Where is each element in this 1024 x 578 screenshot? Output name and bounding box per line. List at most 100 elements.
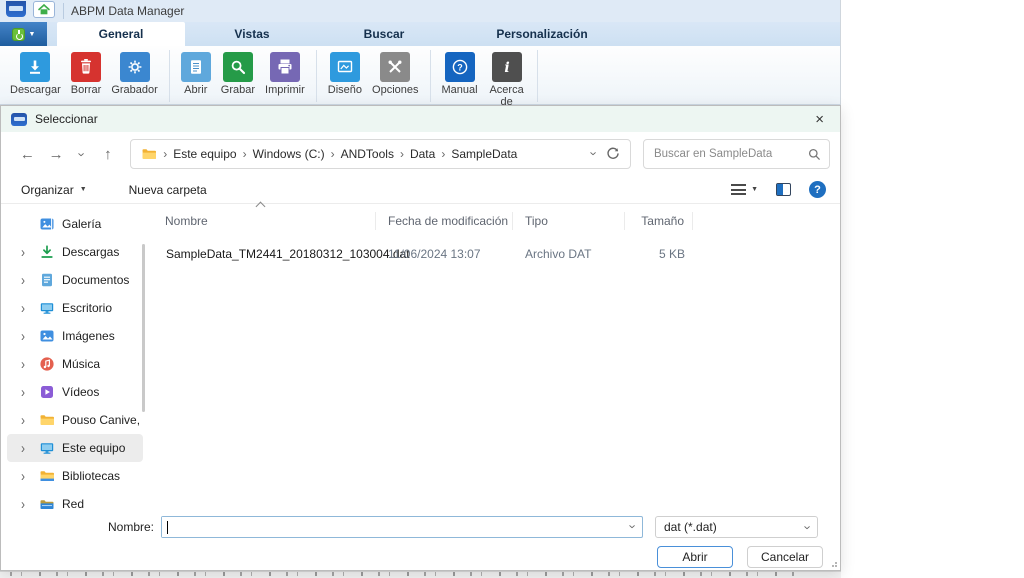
sidebar-item-videos[interactable]: › Vídeos xyxy=(7,378,143,406)
file-row[interactable]: SampleData_TM2441_20180312_103004.dat 11… xyxy=(153,243,840,265)
grabador-button[interactable]: Grabador xyxy=(106,49,162,98)
sidebar-item-galeria[interactable]: Galería xyxy=(7,210,143,238)
up-button[interactable]: ↑ xyxy=(93,146,122,163)
download-icon xyxy=(39,244,55,260)
imprimir-button[interactable]: Imprimir xyxy=(260,49,310,98)
recorder-gear-icon xyxy=(120,52,150,82)
column-header-fecha[interactable]: Fecha de modificación xyxy=(376,212,513,230)
design-icon xyxy=(330,52,360,82)
search-input[interactable] xyxy=(654,148,808,160)
diseno-button[interactable]: Diseño xyxy=(323,49,367,98)
resize-grip[interactable] xyxy=(830,560,837,567)
sidebar-item-este-equipo[interactable]: › Este equipo xyxy=(7,434,143,462)
chevron-right-icon[interactable]: › xyxy=(21,496,37,513)
network-icon xyxy=(39,496,55,512)
dialog-titlebar[interactable]: Seleccionar × xyxy=(1,106,840,132)
forward-button[interactable]: → xyxy=(42,146,71,163)
power-icon xyxy=(12,28,25,41)
chevron-right-icon[interactable]: › xyxy=(21,356,37,373)
refresh-icon xyxy=(606,147,620,161)
trash-icon xyxy=(71,52,101,82)
ribbon-divider xyxy=(316,50,317,102)
chevron-down-icon: ▼ xyxy=(29,31,36,38)
chevron-right-icon[interactable]: › xyxy=(21,412,37,429)
sidebar-item-documentos[interactable]: › Documentos xyxy=(7,266,143,294)
breadcrumb-andtools[interactable]: ANDTools xyxy=(337,147,398,161)
new-folder-button[interactable]: Nueva carpeta xyxy=(129,183,207,197)
home-button[interactable] xyxy=(33,1,55,18)
sidebar-item-musica[interactable]: › Música xyxy=(7,350,143,378)
filename-input[interactable] xyxy=(162,517,624,537)
file-list: Nombre Fecha de modificación Tipo Tamaño… xyxy=(153,204,840,511)
desktop-icon xyxy=(39,300,55,316)
acerca-de-button[interactable]: i Acerca de xyxy=(483,49,531,109)
chevron-down-icon: › xyxy=(799,520,817,535)
back-button[interactable]: ← xyxy=(13,146,42,163)
chevron-right-icon[interactable]: › xyxy=(21,272,37,289)
tools-icon xyxy=(380,52,410,82)
breadcrumb-data[interactable]: Data xyxy=(406,147,439,161)
sidebar-item-bibliotecas[interactable]: › Bibliotecas xyxy=(7,462,143,490)
sidebar-item-imagenes[interactable]: › Imágenes xyxy=(7,322,143,350)
text-caret xyxy=(167,521,168,534)
breadcrumb-separator: › xyxy=(398,147,406,161)
refresh-button[interactable] xyxy=(606,147,620,161)
cancel-button[interactable]: Cancelar xyxy=(747,546,823,568)
sidebar-item-escritorio[interactable]: › Escritorio xyxy=(7,294,143,322)
open-button[interactable]: Abrir xyxy=(657,546,733,568)
chevron-right-icon[interactable]: › xyxy=(21,328,37,345)
address-bar[interactable]: › Este equipo › Windows (C:) › ANDTools … xyxy=(130,139,631,169)
seleccionar-dialog: Seleccionar × ← → › ↑ › Este equipo › Wi… xyxy=(0,105,841,571)
filename-dropdown-button[interactable]: › xyxy=(624,518,642,536)
svg-text:?: ? xyxy=(457,62,463,72)
column-header-tipo[interactable]: Tipo xyxy=(513,212,625,230)
tab-general[interactable]: General xyxy=(57,22,185,46)
chevron-right-icon[interactable]: › xyxy=(21,468,37,485)
grabar-button[interactable]: Grabar xyxy=(216,49,260,98)
column-header-nombre[interactable]: Nombre xyxy=(153,212,376,230)
home-icon xyxy=(37,3,51,16)
breadcrumb-este-equipo[interactable]: Este equipo xyxy=(169,147,240,161)
filename-field[interactable]: › xyxy=(161,516,643,538)
breadcrumb-windows-c[interactable]: Windows (C:) xyxy=(249,147,329,161)
tab-buscar[interactable]: Buscar xyxy=(319,22,449,46)
app-menu-button[interactable]: ▼ xyxy=(0,22,47,46)
tab-vistas[interactable]: Vistas xyxy=(185,22,319,46)
videos-icon xyxy=(39,384,55,400)
open-document-icon xyxy=(181,52,211,82)
file-size: 5 KB xyxy=(625,247,693,261)
filename-label: Nombre: xyxy=(1,520,161,534)
details-pane-icon[interactable] xyxy=(776,183,791,196)
chevron-right-icon[interactable]: › xyxy=(21,440,37,457)
chevron-right-icon[interactable]: › xyxy=(21,244,37,261)
tab-personalizacion[interactable]: Personalización xyxy=(449,22,635,46)
borrar-button[interactable]: Borrar xyxy=(66,49,107,98)
organize-button[interactable]: Organizar ▼ xyxy=(21,183,87,197)
chevron-right-icon[interactable]: › xyxy=(21,384,37,401)
help-icon[interactable]: ? xyxy=(809,181,826,198)
address-dropdown-button[interactable]: › xyxy=(592,145,596,163)
search-box[interactable] xyxy=(643,139,830,169)
sidebar-scrollbar[interactable] xyxy=(142,244,145,412)
music-icon xyxy=(39,356,55,372)
file-modified: 11/06/2024 13:07 xyxy=(376,247,513,261)
help-icon: ? xyxy=(445,52,475,82)
chevron-down-icon: › xyxy=(586,151,601,155)
download-icon xyxy=(20,52,50,82)
view-mode-button[interactable]: ▼ xyxy=(731,184,758,195)
filetype-select[interactable]: dat (*.dat) › xyxy=(655,516,818,538)
abrir-button[interactable]: Abrir xyxy=(176,49,216,98)
descargar-button[interactable]: Descargar xyxy=(5,49,66,98)
close-icon[interactable]: × xyxy=(809,112,830,127)
recent-locations-button[interactable]: › xyxy=(70,147,93,162)
clipped-table-row xyxy=(10,572,800,576)
opciones-button[interactable]: Opciones xyxy=(367,49,423,98)
dialog-navbar: ← → › ↑ › Este equipo › Windows (C:) › A… xyxy=(1,132,840,176)
folder-icon xyxy=(141,146,157,162)
breadcrumb-sampledata[interactable]: SampleData xyxy=(447,147,521,161)
chevron-right-icon[interactable]: › xyxy=(21,300,37,317)
column-header-tamano[interactable]: Tamaño xyxy=(625,212,693,230)
sidebar-item-descargas[interactable]: › Descargas xyxy=(7,238,143,266)
manual-button[interactable]: ? Manual xyxy=(437,49,483,109)
sidebar-item-pouso-canive[interactable]: › Pouso Canive, xyxy=(7,406,143,434)
